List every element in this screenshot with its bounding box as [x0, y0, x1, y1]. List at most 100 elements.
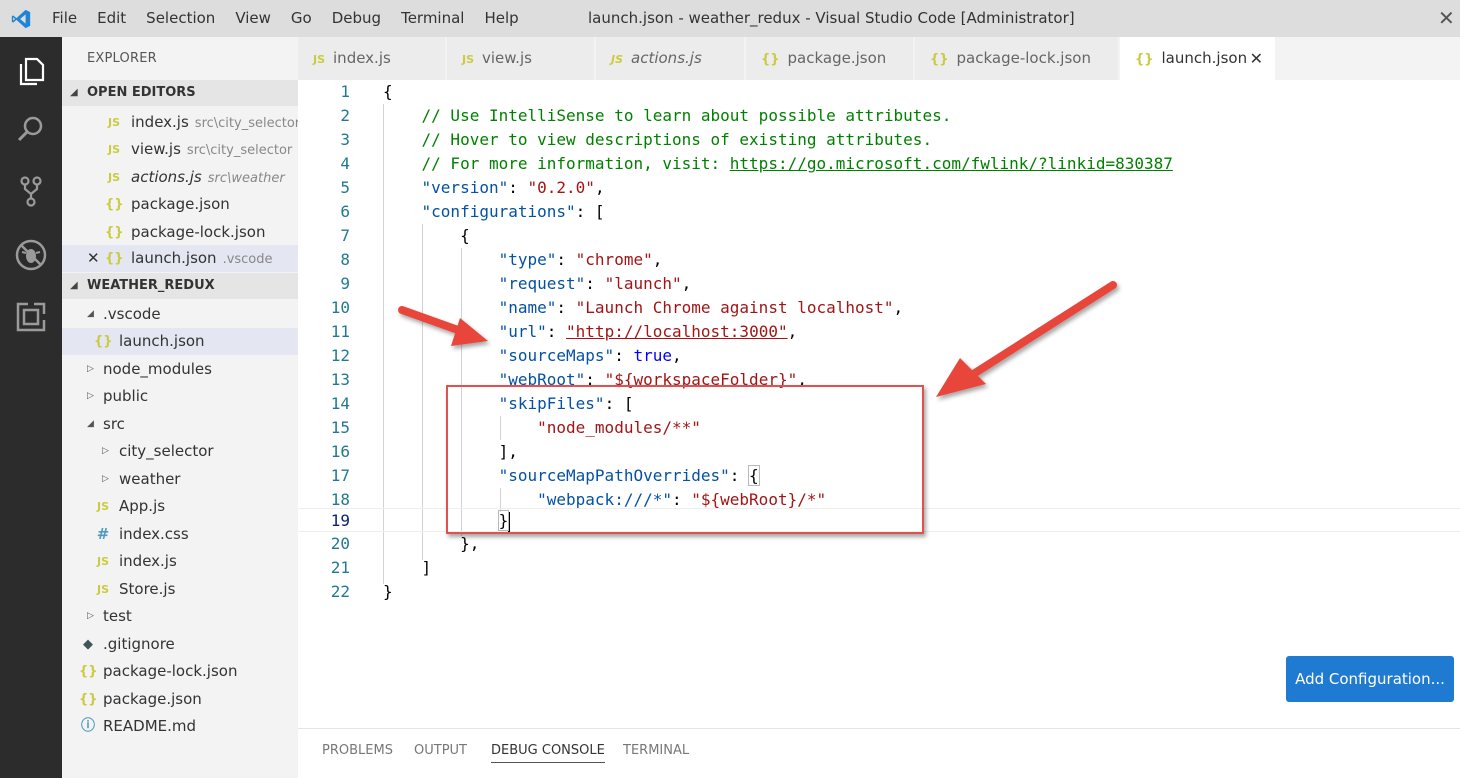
js-file-icon: JS	[313, 53, 326, 66]
code-line: 11 "url": "http://localhost:3000",	[330, 322, 798, 341]
js-file-icon: JS	[96, 583, 109, 596]
menu-help[interactable]: Help	[484, 0, 518, 37]
code-line: 5 "version": "0.2.0",	[340, 178, 605, 197]
menu-debug[interactable]: Debug	[332, 0, 381, 37]
file-row[interactable]: JS index.js	[62, 548, 298, 575]
info-icon: ⓘ	[81, 718, 95, 734]
tab-terminal[interactable]: TERMINAL	[623, 743, 689, 758]
vscode-logo-icon	[11, 9, 31, 29]
json-file-icon: {}	[94, 334, 113, 349]
chevron-down-icon: ◢	[70, 280, 78, 291]
tab-output[interactable]: OUTPUT	[414, 743, 467, 758]
file-row-selected[interactable]: {} launch.json	[62, 328, 298, 355]
menu-view[interactable]: View	[235, 0, 271, 37]
tab-package-json[interactable]: {} package.json	[746, 37, 914, 80]
tab-package-lock-json[interactable]: {} package-lock.json	[915, 37, 1119, 80]
close-tab-icon[interactable]: ✕	[1250, 37, 1263, 80]
add-configuration-button[interactable]: Add Configuration...	[1286, 656, 1454, 702]
js-file-icon: JS	[107, 116, 120, 129]
file-row[interactable]: # index.css	[62, 521, 298, 548]
css-file-icon: #	[96, 525, 110, 543]
js-file-icon: JS	[462, 53, 475, 66]
bottom-panel: PROBLEMS OUTPUT DEBUG CONSOLE TERMINAL	[298, 728, 1460, 778]
folder-row[interactable]: ▷ node_modules	[62, 356, 298, 383]
chevron-right-icon: ▷	[102, 474, 109, 484]
activity-bar	[0, 37, 62, 778]
js-file-icon: JS	[107, 143, 120, 156]
close-icon[interactable]: ✕	[87, 245, 100, 272]
tab-debug-console[interactable]: DEBUG CONSOLE	[491, 743, 605, 763]
json-file-icon: {}	[105, 225, 124, 240]
file-row[interactable]: ⓘ README.md	[62, 713, 298, 740]
explorer-header: EXPLORER	[87, 51, 157, 66]
json-file-icon: {}	[79, 692, 98, 707]
chevron-down-icon: ◢	[87, 309, 94, 319]
folder-row[interactable]: ◢ .vscode	[62, 301, 298, 328]
tab-view-js[interactable]: JS view.js	[447, 37, 595, 80]
json-file-icon: {}	[79, 664, 98, 679]
explorer-sidebar: EXPLORER ◢ OPEN EDITORS JS index.js src\c…	[62, 37, 300, 778]
editor-tab-bar: JS index.js JS view.js JS actions.js {} pack…	[298, 37, 1460, 80]
json-file-icon: {}	[105, 251, 124, 266]
tab-index-js[interactable]: JS index.js	[298, 37, 446, 80]
tab-actions-js[interactable]: JS actions.js	[596, 37, 745, 80]
menu-terminal[interactable]: Terminal	[401, 0, 464, 37]
extensions-icon[interactable]	[13, 299, 49, 335]
file-row[interactable]: JS Store.js	[62, 576, 298, 603]
docs-link[interactable]: https://go.microsoft.com/fwlink/?linkid=…	[730, 154, 1173, 173]
js-file-icon: JS	[96, 555, 109, 568]
open-editors-header[interactable]: ◢ OPEN EDITORS	[62, 80, 298, 106]
open-editor-item[interactable]: {} package-lock.json	[62, 219, 298, 246]
file-row[interactable]: ◆ .gitignore	[62, 631, 298, 658]
code-line: 12 "sourceMaps": true,	[330, 346, 682, 365]
code-line: 3 // Hover to view descriptions of exist…	[340, 130, 933, 149]
code-line: 22}	[330, 582, 393, 601]
folder-row[interactable]: ▷ weather	[62, 466, 298, 493]
chevron-right-icon: ▷	[87, 364, 94, 374]
file-row[interactable]: JS App.js	[62, 493, 298, 520]
git-file-icon: ◆	[83, 637, 93, 652]
json-file-icon: {}	[105, 197, 124, 212]
folder-row[interactable]: ▷ city_selector	[62, 438, 298, 465]
open-editor-item-active[interactable]: ✕ {} launch.json .vscode	[62, 245, 298, 272]
json-file-icon: {}	[1135, 52, 1154, 67]
chevron-down-icon: ◢	[70, 87, 78, 98]
search-icon[interactable]	[13, 111, 49, 147]
folder-row[interactable]: ▷ public	[62, 383, 298, 410]
code-line: 2 // Use IntelliSense to learn about pos…	[340, 106, 952, 125]
title-bar: File Edit Selection View Go Debug Termin…	[0, 0, 1460, 37]
folder-row[interactable]: ◢ src	[62, 411, 298, 438]
code-line: 8 "type": "chrome",	[340, 250, 663, 269]
localhost-link[interactable]: http://localhost:3000	[576, 322, 778, 341]
chevron-right-icon: ▷	[87, 391, 94, 401]
json-file-icon: {}	[930, 52, 949, 67]
window-close-icon[interactable]: ✕	[1438, 6, 1455, 30]
source-control-icon[interactable]	[13, 173, 49, 209]
code-line: 6 "configurations": [	[340, 202, 605, 221]
open-editor-item[interactable]: JS view.js src\city_selector	[62, 136, 298, 163]
chevron-down-icon: ◢	[87, 419, 94, 429]
tab-launch-json[interactable]: {} launch.json ✕	[1120, 37, 1276, 80]
code-line: 4 // For more information, visit: https:…	[340, 154, 1173, 173]
explorer-icon[interactable]	[13, 53, 49, 89]
menu-selection[interactable]: Selection	[146, 0, 215, 37]
js-file-icon: JS	[96, 500, 109, 513]
tab-problems[interactable]: PROBLEMS	[322, 743, 393, 758]
debug-icon[interactable]	[13, 237, 49, 273]
js-file-icon: JS	[107, 171, 120, 184]
file-row[interactable]: {} package-lock.json	[62, 658, 298, 685]
file-row[interactable]: {} package.json	[62, 686, 298, 713]
chevron-right-icon: ▷	[102, 446, 109, 456]
menu-go[interactable]: Go	[291, 0, 312, 37]
window-title: launch.json - weather_redux - Visual Stu…	[588, 9, 1075, 27]
menu-edit[interactable]: Edit	[97, 0, 126, 37]
open-editor-item[interactable]: {} package.json	[62, 191, 298, 218]
menu-file[interactable]: File	[52, 0, 77, 37]
open-editor-item[interactable]: JS actions.js src\weather	[62, 164, 298, 191]
open-editor-item[interactable]: JS index.js src\city_selector	[62, 109, 300, 136]
json-file-icon: {}	[761, 52, 780, 67]
folder-row[interactable]: ▷ test	[62, 603, 298, 630]
project-section-header[interactable]: ◢ WEATHER_REDUX	[62, 273, 298, 299]
code-line: 20 },	[330, 534, 480, 553]
code-line: 1{	[340, 82, 393, 101]
